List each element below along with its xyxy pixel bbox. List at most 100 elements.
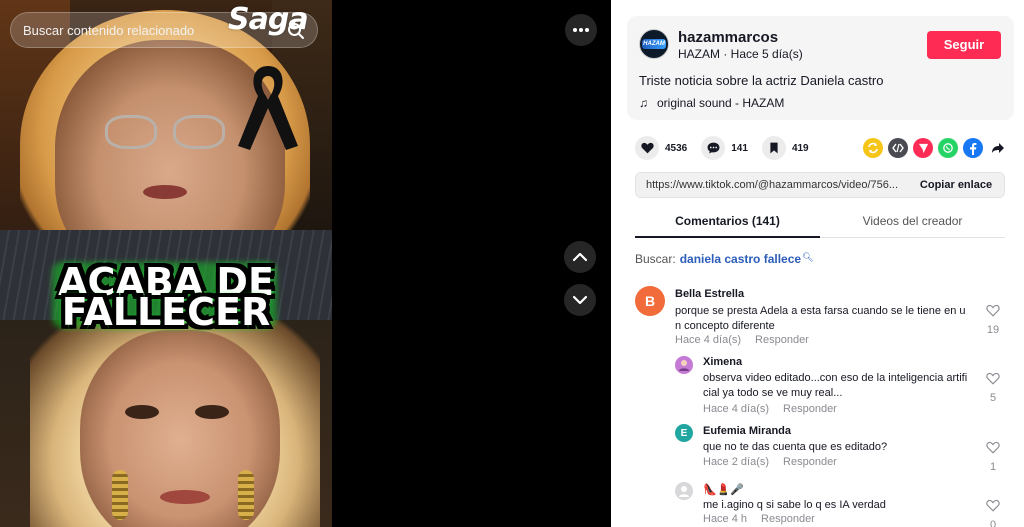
reply-item: Ximena observa video editado...con eso d… <box>675 354 1005 418</box>
reply-button[interactable]: Responder <box>783 456 837 468</box>
reply-like[interactable]: 0 <box>983 499 1003 527</box>
chevron-up-icon <box>572 252 588 262</box>
save-action[interactable]: 419 <box>761 136 809 160</box>
heart-outline-icon[interactable] <box>986 304 1000 317</box>
like-action[interactable]: 4536 <box>635 136 687 160</box>
like-count: 4536 <box>665 142 688 154</box>
video-description: Triste noticia sobre la actriz Daniela c… <box>639 73 884 88</box>
comment-meta: Hace 4 día(s) Responder <box>675 334 809 346</box>
engagement-actions: 4536 141 419 <box>635 136 823 160</box>
tab-creator-videos[interactable]: Videos del creador <box>820 214 1005 228</box>
share-arrow-icon[interactable] <box>988 138 1008 158</box>
video-url[interactable]: https://www.tiktok.com/@hazammarcos/vide… <box>646 179 911 191</box>
comment-like-count: 19 <box>986 324 1000 336</box>
mourning-ribbon-icon <box>238 66 298 150</box>
reply-text-line1: observa video editado...con eso de la in… <box>703 372 968 384</box>
chevron-down-icon <box>572 295 588 305</box>
heart-outline-icon[interactable] <box>986 441 1000 454</box>
reply-like[interactable]: 5 <box>983 372 1003 404</box>
sound-name: original sound - HAZAM <box>657 96 785 110</box>
reply-meta: Hace 4 día(s) Responder <box>703 403 837 415</box>
video-player-area[interactable]: ACABA DE FALLECER Saga Buscar contenido … <box>0 0 611 527</box>
comment-text-line2: n concepto diferente <box>675 320 775 332</box>
comment-like[interactable]: 19 <box>983 304 1003 336</box>
reply-avatar[interactable] <box>675 482 693 500</box>
reply-item: 👠💄🎤 me i.agino q si sabe lo q es IA verd… <box>675 481 1005 527</box>
comment-action[interactable]: 141 <box>701 136 748 160</box>
video-link-box: https://www.tiktok.com/@hazammarcos/vide… <box>635 172 1005 198</box>
reply-avatar[interactable]: E <box>675 424 693 442</box>
follow-button[interactable]: Seguir <box>927 31 1001 59</box>
reply-text-line2: cial ya todo se ve muy real... <box>703 387 843 399</box>
reply-item: E Eufemia Miranda que no te das cuenta q… <box>675 423 1005 473</box>
save-count: 419 <box>791 142 809 154</box>
comment-count: 141 <box>731 142 748 154</box>
reply-button[interactable]: Responder <box>783 403 837 415</box>
reply-button[interactable]: Responder <box>755 334 809 346</box>
reply-time: Hace 2 día(s) <box>703 456 770 468</box>
author-username[interactable]: hazammarcos <box>678 29 778 46</box>
heart-outline-icon[interactable] <box>986 499 1000 512</box>
tab-comments[interactable]: Comentarios (141) <box>635 214 820 228</box>
bookmark-icon[interactable] <box>761 136 786 160</box>
details-panel: HAZAM hazammarcos HAZAM · Hace 5 día(s) … <box>611 0 1024 527</box>
video-frame[interactable]: ACABA DE FALLECER Saga Buscar contenido … <box>0 0 332 527</box>
reply-text-line1: me i.agino q si sabe lo q es IA verdad <box>703 499 886 511</box>
related-search-bar[interactable]: Buscar contenido relacionado <box>10 12 318 48</box>
author-separator: · <box>720 47 731 61</box>
avatar-person-icon <box>679 360 689 371</box>
reply-author[interactable]: Ximena <box>703 356 742 368</box>
comment-bubble-icon[interactable] <box>701 136 726 160</box>
whatsapp-icon[interactable] <box>938 138 958 158</box>
heart-outline-icon[interactable] <box>986 372 1000 385</box>
send-icon[interactable] <box>913 138 933 158</box>
related-search-placeholder: Buscar contenido relacionado <box>23 23 195 38</box>
comment-item: B Bella Estrella porque se presta Adela … <box>635 286 1005 350</box>
author-display-name: HAZAM <box>678 47 720 61</box>
mouth-top <box>143 185 187 199</box>
copy-link-button[interactable]: Copiar enlace <box>908 173 1004 197</box>
comment-author[interactable]: Bella Estrella <box>675 288 744 300</box>
author-avatar[interactable]: HAZAM <box>639 29 669 59</box>
reply-like[interactable]: 1 <box>983 441 1003 473</box>
earring-left <box>112 470 128 520</box>
comment-text-line1: porque se presta Adela a esta farsa cuan… <box>675 305 966 317</box>
author-avatar-logo: HAZAM <box>642 39 666 49</box>
search-suggestion[interactable]: Buscar: daniela castro fallece🔍︎ <box>635 252 814 266</box>
author-subline: HAZAM · Hace 5 día(s) <box>678 47 803 61</box>
reply-meta: Hace 2 día(s) Responder <box>703 456 837 468</box>
next-video-button[interactable] <box>564 284 596 316</box>
comment-avatar[interactable]: B <box>635 286 665 316</box>
reply-like-count: 1 <box>989 461 997 473</box>
author-card: HAZAM hazammarcos HAZAM · Hace 5 día(s) … <box>627 16 1014 120</box>
search-icon[interactable] <box>287 22 305 40</box>
search-suggestion-query[interactable]: daniela castro fallece <box>680 252 801 266</box>
default-avatar-icon <box>679 486 689 497</box>
reply-avatar[interactable] <box>675 356 693 374</box>
repost-icon[interactable] <box>863 138 883 158</box>
search-suggestion-label: Buscar: <box>635 252 676 266</box>
tiktok-video-page: ACABA DE FALLECER Saga Buscar contenido … <box>0 0 1024 527</box>
sound-link[interactable]: ♫ original sound - HAZAM <box>639 96 784 110</box>
share-icons-row <box>863 138 1008 158</box>
reply-time: Hace 4 h <box>703 513 748 525</box>
more-options-button[interactable] <box>565 14 597 46</box>
facebook-icon[interactable] <box>963 138 983 158</box>
glasses <box>105 115 225 151</box>
comment-time: Hace 4 día(s) <box>675 334 742 346</box>
previous-video-button[interactable] <box>564 241 596 273</box>
more-dots-icon <box>573 28 589 32</box>
mouth-bottom <box>160 490 210 504</box>
reply-time: Hace 4 día(s) <box>703 403 770 415</box>
earring-right <box>238 470 254 520</box>
heart-icon[interactable] <box>635 136 659 160</box>
reply-button[interactable]: Responder <box>761 513 815 525</box>
post-time: Hace 5 día(s) <box>730 47 803 61</box>
reply-author[interactable]: 👠💄🎤 <box>703 483 744 496</box>
reply-like-count: 0 <box>989 519 997 527</box>
embed-icon[interactable] <box>888 138 908 158</box>
reply-author[interactable]: Eufemia Miranda <box>703 425 791 437</box>
panel-tabs: Comentarios (141) Videos del creador <box>635 210 1005 238</box>
overlay-title-line2: FALLECER <box>61 290 271 334</box>
music-note-icon: ♫ <box>639 96 648 110</box>
